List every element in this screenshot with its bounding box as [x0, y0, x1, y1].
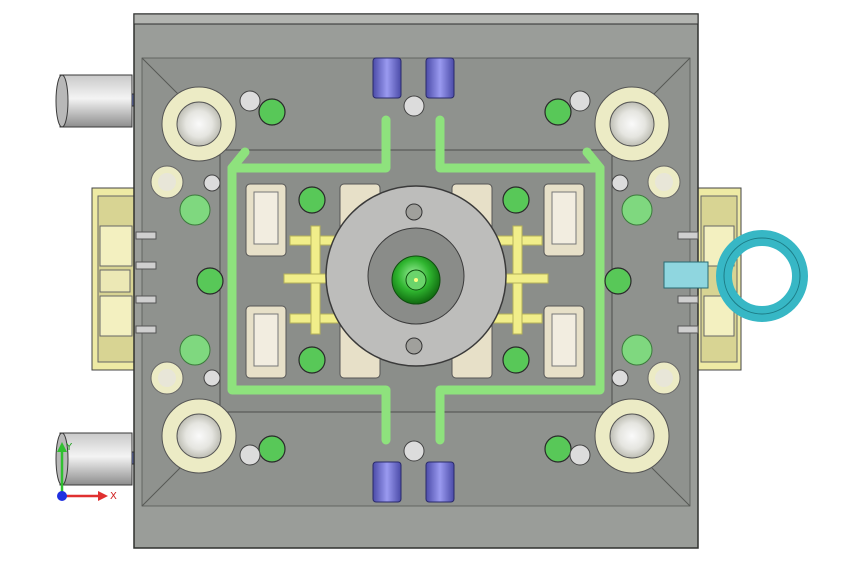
x-axis-arrowhead: [98, 491, 108, 501]
z-axis-dot: [57, 491, 67, 501]
y-axis-label: Y: [65, 442, 73, 453]
coordinate-triad: X Y: [57, 442, 117, 502]
cad-viewport[interactable]: [0, 0, 867, 562]
guide-bushing-bottom-right: [594, 398, 670, 474]
x-axis-label: X: [110, 491, 117, 502]
sprue-nozzle[interactable]: [391, 255, 441, 305]
left-side-block: [91, 187, 141, 371]
guide-bushing-top-right: [594, 86, 670, 162]
guide-bushing-bottom-left: [161, 398, 237, 474]
guide-bushing-top-left: [161, 86, 237, 162]
